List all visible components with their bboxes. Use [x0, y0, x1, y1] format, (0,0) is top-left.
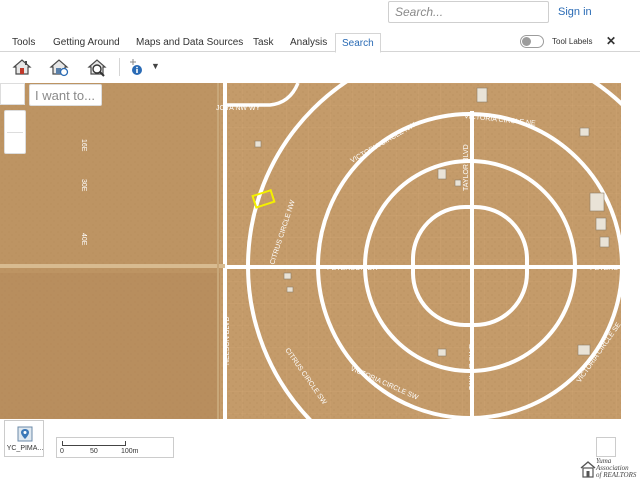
close-icon[interactable]: ✕	[606, 34, 616, 48]
zoom-divider	[7, 132, 23, 133]
tab-search[interactable]: Search	[335, 33, 381, 53]
road-label-nelson: NELSON BLVD	[224, 317, 231, 366]
search-toolbar: ▼	[0, 52, 640, 82]
sign-in-link[interactable]: Sign in	[558, 6, 592, 18]
house-identify-icon[interactable]	[48, 56, 70, 78]
chevron-down-icon[interactable]: ▼	[151, 61, 160, 71]
layer-name-label: YC_PIMA...	[6, 445, 44, 452]
road-label-taylor-s: TAYLOR BLVD	[469, 343, 476, 390]
zoom-control[interactable]	[4, 110, 26, 154]
map-canvas[interactable]: JOYA NW WY VICTORIA CIRCLE NE VICTORIA C…	[0, 83, 621, 419]
logo-text: Yuma Association of REALTORS	[596, 457, 637, 479]
search-input[interactable]	[388, 1, 549, 23]
tab-task[interactable]: Task	[253, 37, 274, 48]
tool-labels-label: Tool Labels	[552, 37, 593, 46]
tool-labels-toggle[interactable]	[520, 35, 544, 48]
scale-tick-100: 100m	[121, 448, 139, 455]
panel-toggle-button[interactable]	[0, 83, 25, 105]
road-label-west-c: 40E	[80, 233, 87, 246]
road-label-peterson-w: PETERSON DR	[327, 265, 378, 272]
road-label-west-b: 30E	[80, 179, 87, 192]
identify-info-icon[interactable]	[126, 56, 148, 78]
tab-getting-around[interactable]: Getting Around	[53, 37, 120, 48]
tab-maps-and-data-sources[interactable]: Maps and Data Sources	[136, 37, 243, 48]
house-logo-icon	[580, 461, 596, 478]
house-search-icon[interactable]	[11, 56, 33, 78]
realtors-logo: Yuma Association of REALTORS	[580, 457, 640, 481]
road-label-taylor-n: TAYLOR BLVD	[463, 144, 470, 191]
house-find-icon[interactable]	[86, 56, 108, 78]
tab-tools[interactable]: Tools	[12, 37, 35, 48]
map-extra-button[interactable]	[596, 437, 616, 457]
aerial-map: JOYA NW WY VICTORIA CIRCLE NE VICTORIA C…	[0, 83, 621, 419]
scale-tick-0: 0	[60, 448, 64, 455]
layer-pin-icon	[17, 426, 33, 442]
tab-analysis[interactable]: Analysis	[290, 37, 327, 48]
scale-tick-50: 50	[90, 448, 98, 455]
ribbon-tab-bar: Tools Getting Around Maps and Data Sourc…	[0, 32, 640, 53]
i-want-to-input[interactable]	[29, 84, 102, 106]
road-label-west-a: 16E	[80, 139, 87, 152]
road-label-peterson-e: PETERS	[590, 265, 618, 272]
road-label-joya: JOYA NW WY	[216, 105, 261, 112]
scale-bar: 0 50 100m	[56, 437, 174, 458]
toolbar-divider	[119, 58, 120, 76]
layer-thumbnail[interactable]: YC_PIMA...	[4, 420, 44, 457]
scale-line	[62, 441, 126, 446]
gis-viewer-app: Sign in Tools Getting Around Maps and Da…	[0, 0, 640, 482]
